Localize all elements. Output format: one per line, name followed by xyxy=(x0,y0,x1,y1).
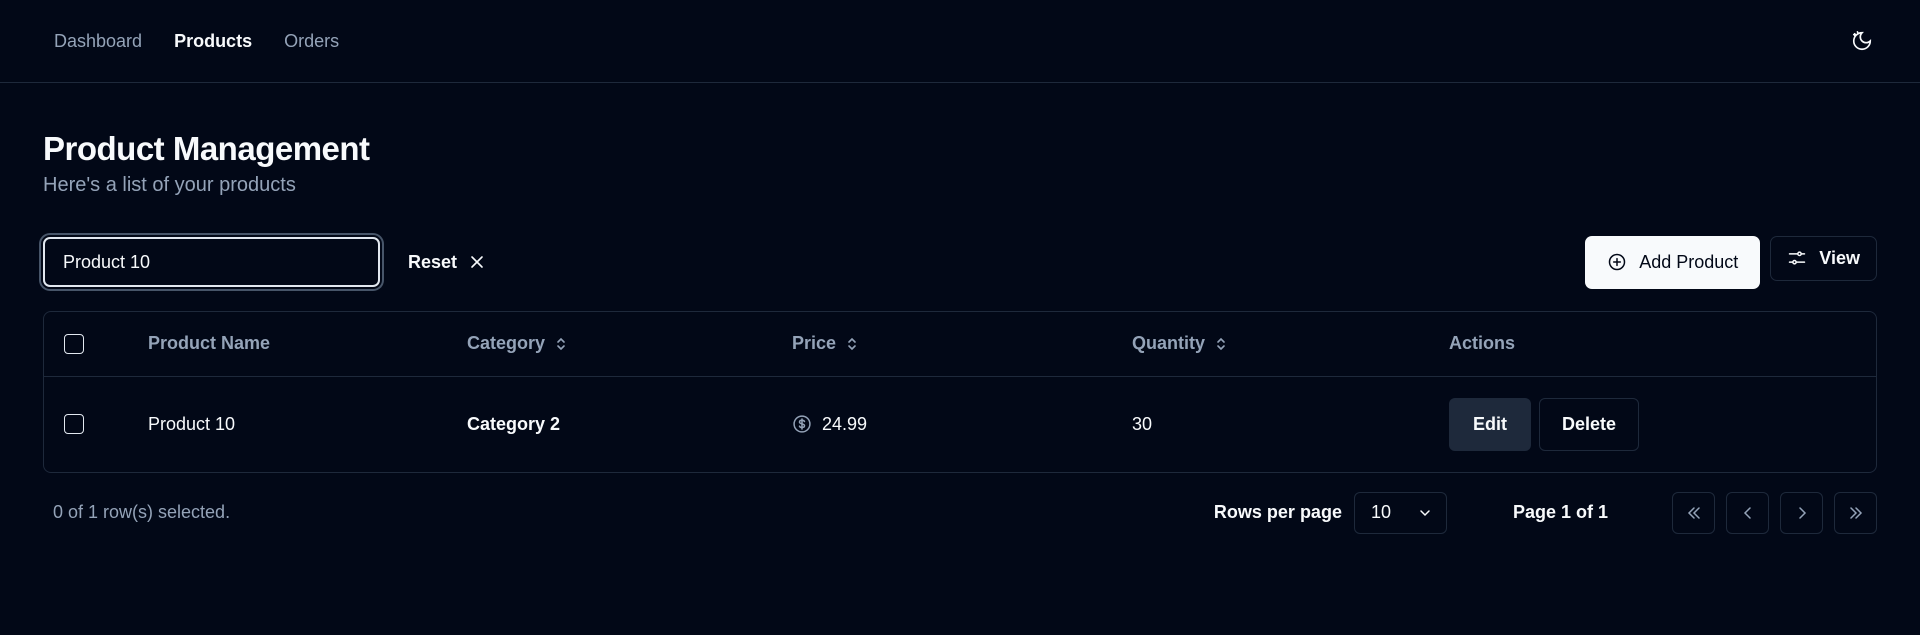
page-subtitle: Here's a list of your products xyxy=(43,174,296,196)
last-page-button[interactable] xyxy=(1834,491,1877,534)
page-buttons xyxy=(1672,491,1877,534)
sliders-icon xyxy=(1789,251,1806,265)
column-header-quantity[interactable]: Quantity xyxy=(1132,333,1227,354)
cell-actions: Edit Delete xyxy=(1449,376,1876,472)
dollar-circle-icon xyxy=(793,415,811,433)
table-footer: 0 of 1 row(s) selected. Rows per page 10… xyxy=(43,491,1877,534)
sort-icon xyxy=(848,337,856,350)
table-header-row: Product Name Category Price Quantity Act… xyxy=(44,312,1876,376)
column-header-price[interactable]: Price xyxy=(792,333,858,354)
cell-quantity: 30 xyxy=(1132,413,1153,434)
main-content: Product Management Here's a list of your… xyxy=(0,130,1920,534)
add-product-button[interactable]: Add Product xyxy=(1585,235,1761,289)
selection-status: 0 of 1 row(s) selected. xyxy=(53,502,231,522)
nav-link-dashboard[interactable]: Dashboard xyxy=(54,31,142,52)
column-header-label: Category xyxy=(467,333,546,354)
column-header-label: Price xyxy=(792,333,837,354)
filter-input[interactable] xyxy=(43,237,380,287)
toolbar-left: Reset xyxy=(43,237,491,287)
select-all-checkbox[interactable] xyxy=(64,333,84,354)
chevron-left-icon xyxy=(1743,506,1751,519)
nav-link-orders[interactable]: Orders xyxy=(284,31,339,52)
reset-button[interactable]: Reset xyxy=(402,244,491,281)
page-title: Product Management xyxy=(43,130,370,167)
page-info: Page 1 of 1 xyxy=(1512,502,1608,522)
view-button[interactable]: View xyxy=(1770,235,1877,281)
moon-sun-icon xyxy=(1852,31,1872,51)
toolbar: Reset Add Product View xyxy=(43,235,1877,289)
theme-toggle-button[interactable] xyxy=(1846,25,1878,57)
sort-icon xyxy=(557,337,565,350)
view-label: View xyxy=(1819,247,1860,268)
sort-icon xyxy=(1217,337,1225,350)
price-value: 24.99 xyxy=(822,413,868,434)
toolbar-right: Add Product View xyxy=(1585,235,1877,289)
close-icon xyxy=(471,256,483,268)
nav-links: Dashboard Products Orders xyxy=(54,31,339,52)
plus-circle-icon xyxy=(1608,253,1626,271)
pagination: Rows per page 10 Page 1 of 1 xyxy=(1213,491,1877,534)
cell-category: Category 2 xyxy=(467,413,561,434)
previous-page-button[interactable] xyxy=(1726,491,1769,534)
chevrons-left-icon xyxy=(1687,506,1700,519)
column-header-actions: Actions xyxy=(1449,333,1516,354)
chevrons-right-icon xyxy=(1849,506,1862,519)
delete-button[interactable]: Delete xyxy=(1539,397,1640,451)
nav-link-products[interactable]: Products xyxy=(174,31,252,52)
row-checkbox[interactable] xyxy=(64,414,84,435)
next-page-button[interactable] xyxy=(1780,491,1823,534)
products-table: Product Name Category Price Quantity Act… xyxy=(43,311,1877,473)
edit-button[interactable]: Edit xyxy=(1449,397,1531,451)
add-product-label: Add Product xyxy=(1639,251,1739,272)
reset-label: Reset xyxy=(408,251,458,272)
first-page-button[interactable] xyxy=(1672,491,1715,534)
rows-per-page-value: 10 xyxy=(1370,502,1391,522)
column-header-product-name: Product Name xyxy=(148,333,271,354)
column-header-category[interactable]: Category xyxy=(467,333,567,354)
top-nav: Dashboard Products Orders xyxy=(0,0,1920,83)
chevron-right-icon xyxy=(1798,506,1806,519)
cell-price: 24.99 xyxy=(792,414,1132,435)
cell-product-name: Product 10 xyxy=(148,413,236,434)
rows-per-page-label: Rows per page xyxy=(1213,502,1342,522)
chevron-down-icon xyxy=(1420,509,1430,516)
table-row: Product 10 Category 2 24.99 30 Edit Delet… xyxy=(44,376,1876,472)
column-header-label: Quantity xyxy=(1132,333,1206,354)
rows-per-page-select[interactable]: 10 xyxy=(1353,491,1447,534)
